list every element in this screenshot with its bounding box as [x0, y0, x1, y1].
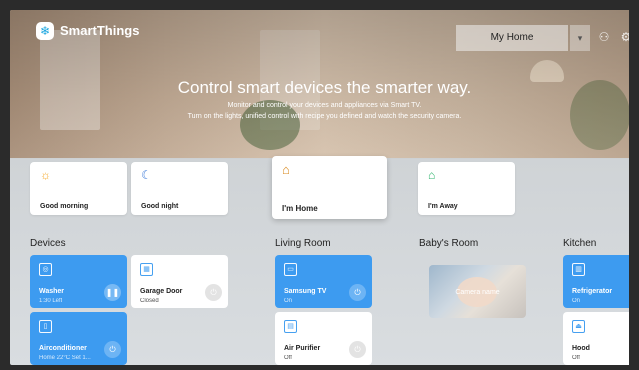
- device-card-air-purifier[interactable]: ▤ Air Purifier Off ⏻: [275, 312, 372, 365]
- scene-label: Good morning: [40, 203, 89, 210]
- device-status: Off: [572, 355, 580, 361]
- device-status: Home 22°C Set 1...: [39, 355, 91, 361]
- scene-card-good-night[interactable]: ☾ Good night: [131, 162, 228, 215]
- device-status: Closed: [140, 298, 159, 304]
- section-kitchen: Kitchen: [563, 238, 597, 249]
- hero-subtitle-line2: Turn on the lights, unified control with…: [187, 113, 462, 120]
- top-bar: ❄ SmartThings My Home ▾ ⚇ ⚙: [10, 10, 639, 52]
- camera-name-label: Camera name: [455, 289, 500, 296]
- section-living-room: Living Room: [275, 238, 331, 249]
- device-card-washer[interactable]: ◎ Washer 1:30 Left ❚❚: [30, 255, 127, 308]
- aircon-icon: ▯: [39, 320, 52, 333]
- power-icon[interactable]: ⏻: [104, 341, 121, 358]
- device-name: Garage Door: [140, 288, 183, 295]
- scene-label: I'm Home: [282, 204, 318, 213]
- scene-card-im-home[interactable]: ⌂ I'm Home: [272, 156, 387, 219]
- device-card-airconditioner[interactable]: ▯ Airconditioner Home 22°C Set 1... ⏻: [30, 312, 127, 365]
- device-name: Washer: [39, 288, 65, 295]
- hero-title: Control smart devices the smarter way.: [177, 78, 472, 97]
- garage-icon: ▦: [140, 263, 153, 276]
- fridge-icon: ▥: [572, 263, 585, 276]
- pause-icon[interactable]: ❚❚: [104, 284, 121, 301]
- power-icon[interactable]: ⏻: [349, 284, 366, 301]
- device-name: Refrigerator: [572, 288, 613, 295]
- hood-icon: ⏏: [572, 320, 585, 333]
- scene-label: Good night: [141, 203, 179, 210]
- device-status: Off: [284, 355, 292, 361]
- person-icon[interactable]: ⚇: [596, 29, 612, 45]
- hero-subtitle-line1: Monitor and control your devices and app…: [227, 102, 422, 109]
- device-name: Hood: [572, 345, 590, 352]
- scene-card-good-morning[interactable]: ☼ Good morning: [30, 162, 127, 215]
- device-card-hood[interactable]: ⏏ Hood Off: [563, 312, 639, 365]
- device-status: On: [284, 298, 293, 304]
- home-leave-icon: ⌂: [428, 168, 436, 182]
- device-name: Air Purifier: [284, 345, 321, 352]
- device-name: Samsung TV: [284, 288, 327, 295]
- home-arrive-icon: ⌂: [282, 162, 290, 177]
- washer-icon: ◎: [39, 263, 52, 276]
- camera-card[interactable]: Camera name: [429, 265, 526, 318]
- power-icon[interactable]: ⏻: [205, 284, 222, 301]
- moon-icon: ☾: [141, 168, 152, 182]
- home-selector-button[interactable]: My Home: [456, 25, 568, 51]
- device-status: On: [572, 298, 581, 304]
- brand-name: SmartThings: [60, 23, 140, 38]
- screen-bezel: [629, 0, 639, 370]
- device-card-samsung-tv[interactable]: ▭ Samsung TV On ⏻: [275, 255, 372, 308]
- tv-icon: ▭: [284, 263, 297, 276]
- scene-card-im-away[interactable]: ⌂ I'm Away: [418, 162, 515, 215]
- device-card-garage-door[interactable]: ▦ Garage Door Closed ⏻: [131, 255, 228, 308]
- section-devices: Devices: [30, 238, 66, 249]
- device-name: Airconditioner: [39, 345, 87, 352]
- power-icon[interactable]: ⏻: [349, 341, 366, 358]
- device-card-refrigerator[interactable]: ▥ Refrigerator On: [563, 255, 639, 308]
- scene-label: I'm Away: [428, 203, 458, 210]
- purifier-icon: ▤: [284, 320, 297, 333]
- section-babys-room: Baby's Room: [419, 238, 479, 249]
- snowflake-logo-icon: ❄: [36, 22, 54, 40]
- chevron-down-icon[interactable]: ▾: [570, 25, 590, 51]
- tv-screen: ❄ SmartThings My Home ▾ ⚇ ⚙ Control smar…: [10, 10, 639, 365]
- sun-icon: ☼: [40, 168, 51, 182]
- device-status: 1:30 Left: [39, 298, 63, 304]
